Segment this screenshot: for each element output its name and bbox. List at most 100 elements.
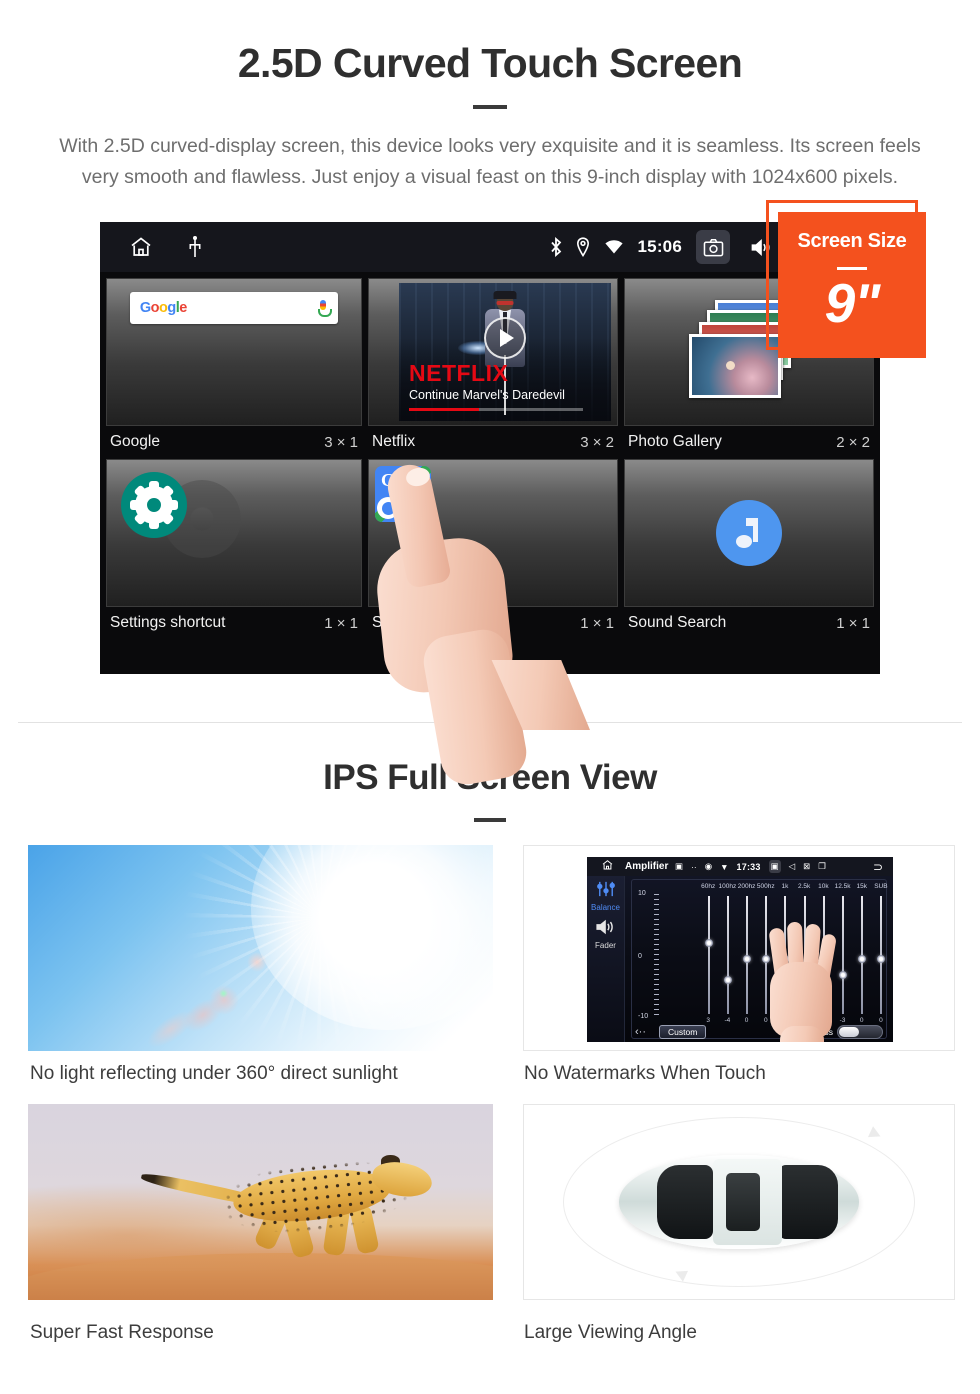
band-knob[interactable] <box>819 955 828 963</box>
scale-value: 0 <box>638 952 642 960</box>
loudness-toggle[interactable] <box>837 1025 883 1039</box>
band-knob[interactable] <box>858 955 867 963</box>
section-divider <box>18 722 962 723</box>
band-knob[interactable] <box>877 955 886 963</box>
amplifier-controls: ‹·· Custom loudness <box>631 1024 887 1040</box>
gear-icon <box>121 472 187 538</box>
equalizer-panel: Balance Fader 10 0 -10 60hz 3 100hz -4 2… <box>587 876 893 1042</box>
band-label: 100hz <box>718 883 737 890</box>
band-track[interactable] <box>803 896 806 1014</box>
netflix-preview: NETFLIX Continue Marvel's Daredevil <box>399 283 611 421</box>
band-knob[interactable] <box>800 971 809 980</box>
band-knob[interactable] <box>762 955 771 963</box>
title-underline <box>473 105 507 109</box>
usb-icon <box>188 236 202 258</box>
widget-sound-search[interactable]: Sound Search 1 × 1 <box>624 459 874 638</box>
section2-title: IPS Full Screen View <box>323 758 657 797</box>
widget-label: Sound Search <box>628 614 727 631</box>
band-value: 0 <box>744 1017 749 1024</box>
equalizer-band[interactable]: SUB 0 <box>874 880 887 1038</box>
feature-caption-sunlight: No light reflecting under 360° direct su… <box>30 1063 398 1084</box>
page-dot[interactable] <box>427 663 461 666</box>
page-indicator[interactable] <box>100 663 880 666</box>
google-search-box[interactable]: Google <box>129 292 339 324</box>
equalizer-band[interactable]: 60hz 3 <box>701 880 715 1038</box>
amplifier-status-bar: Amplifier ▣ ·· ◉ ▼ 17:33 ▣ ◁ ⊠ ❐ ⊃ <box>587 857 893 876</box>
amplifier-title: Amplifier <box>625 861 669 872</box>
band-knob[interactable] <box>743 955 752 963</box>
feature-image-sunlight <box>28 845 493 1051</box>
band-knob[interactable] <box>723 976 732 985</box>
microphone-icon[interactable] <box>318 300 333 317</box>
badge-label: Screen Size <box>797 230 907 252</box>
tab-label-fader[interactable]: Fader <box>587 941 624 950</box>
equalizer-band[interactable]: 500hz 0 <box>757 880 775 1038</box>
band-track[interactable] <box>726 896 729 1014</box>
band-value: 0 <box>783 1017 787 1024</box>
band-knob[interactable] <box>839 971 848 980</box>
feature-card-watermarks: Amplifier ▣ ·· ◉ ▼ 17:33 ▣ ◁ ⊠ ❐ ⊃ Balan… <box>523 845 955 1051</box>
band-label: SUB <box>874 883 888 890</box>
widget-settings-shortcut[interactable]: Settings shortcut 1 × 1 <box>106 459 362 638</box>
gallery-icon: ▣ <box>675 861 684 871</box>
page-dot[interactable] <box>473 663 507 666</box>
android-status-bar: 15:06 <box>100 222 880 272</box>
band-knob[interactable] <box>704 938 713 947</box>
equalizer-band[interactable]: 12.5k -3 <box>835 880 851 1038</box>
band-knob[interactable] <box>781 955 790 963</box>
feature-caption-viewing-angle: Large Viewing Angle <box>524 1322 697 1343</box>
band-value: -3 <box>839 1017 846 1024</box>
screen-size-badge: Screen Size 9" <box>778 212 926 358</box>
close-icon[interactable]: ⊠ <box>803 861 810 872</box>
band-label: 60hz <box>701 883 716 890</box>
equalizer-bands: 10 0 -10 60hz 3 100hz -4 200hz 0 500hz 0 1k 0 2.5k… <box>631 879 888 1042</box>
home-icon[interactable] <box>128 235 154 259</box>
play-icon[interactable] <box>484 317 526 360</box>
speaker-icon[interactable] <box>587 919 624 940</box>
widget-share-location[interactable]: G Share location 1 × 1 <box>368 459 618 638</box>
volume-icon[interactable]: ◁ <box>789 861 796 872</box>
widget-label: Settings shortcut <box>110 614 226 631</box>
page-description: With 2.5D curved-display screen, this de… <box>59 135 921 188</box>
head-unit-screenshot: 15:06 Google Google 3 × 1 NETFLIX Contin… <box>100 222 880 674</box>
badge-divider <box>837 267 867 270</box>
band-label: 500hz <box>756 883 775 890</box>
page-title: 2.5D Curved Touch Screen <box>237 40 743 86</box>
prev-arrow-icon[interactable]: ‹·· <box>635 1026 646 1038</box>
band-value: 0 <box>821 1017 826 1024</box>
widget-size: 2 × 2 <box>836 433 870 451</box>
sliders-icon[interactable] <box>587 881 624 902</box>
band-track[interactable] <box>842 896 845 1014</box>
equalizer-band[interactable]: 200hz 0 <box>738 880 756 1038</box>
badge-value: 9" <box>824 272 881 334</box>
feature-caption-cheetah: Super Fast Response <box>30 1322 214 1343</box>
recents-icon[interactable]: ❐ <box>818 861 826 872</box>
widget-label: Photo Gallery <box>628 433 722 450</box>
equalizer-band[interactable]: 15k 0 <box>856 880 866 1038</box>
band-track[interactable] <box>707 896 710 1014</box>
dots-icon: ·· <box>691 861 697 872</box>
bluetooth-icon <box>550 237 562 257</box>
widget-netflix[interactable]: NETFLIX Continue Marvel's Daredevil Netf… <box>368 278 618 457</box>
tab-label-balance[interactable]: Balance <box>587 903 624 912</box>
equalizer-band[interactable]: 2.5k -3 <box>798 880 810 1038</box>
band-label: 200hz <box>737 883 756 890</box>
equalizer-band[interactable]: 10k 0 <box>818 880 828 1038</box>
camera-icon[interactable] <box>696 230 730 264</box>
feature-image-amplifier: Amplifier ▣ ·· ◉ ▼ 17:33 ▣ ◁ ⊠ ❐ ⊃ Balan… <box>587 857 893 1042</box>
widget-google[interactable]: Google Google 3 × 1 <box>106 278 362 457</box>
home-icon[interactable] <box>601 858 614 876</box>
equalizer-band[interactable]: 100hz -4 <box>719 880 737 1038</box>
camera-icon[interactable]: ▣ <box>768 860 781 873</box>
band-value: 0 <box>879 1017 883 1024</box>
equalizer-band[interactable]: 1k 0 <box>781 880 790 1038</box>
preset-button[interactable]: Custom <box>659 1025 707 1039</box>
band-label: 2.5k <box>797 883 811 890</box>
page-dot-active[interactable] <box>519 663 553 666</box>
netflix-brand: NETFLIX <box>409 360 509 386</box>
equalizer-scale: 10 0 -10 <box>638 890 660 1020</box>
back-arrow-icon[interactable]: ⊃ <box>873 860 883 874</box>
rotation-arrow-icon <box>867 1126 883 1143</box>
wifi-icon: ▼ <box>720 861 729 872</box>
feature-image-cheetah <box>28 1104 493 1300</box>
